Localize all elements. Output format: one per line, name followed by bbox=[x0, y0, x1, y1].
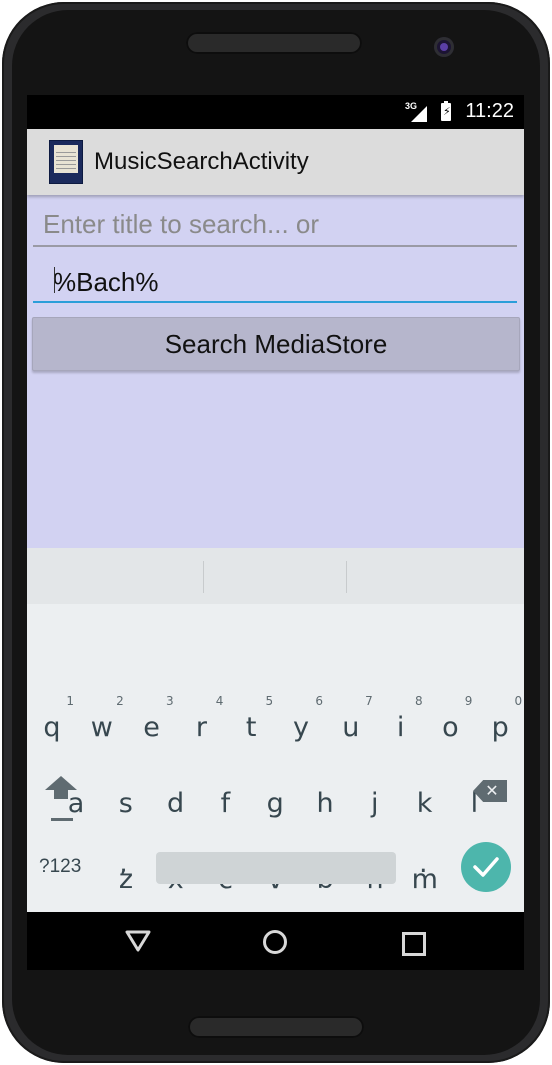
key-number-hint: 2 bbox=[116, 694, 124, 708]
shift-underline bbox=[51, 818, 73, 821]
soft-keyboard: q1w2e3r4t5y6u7i8o9p0 asdfghjkl zxcvbnm ✕… bbox=[27, 548, 524, 912]
key-number-hint: 1 bbox=[66, 694, 74, 708]
checkmark-icon bbox=[473, 857, 499, 877]
key-q[interactable]: q1 bbox=[28, 690, 76, 752]
key-number-hint: 4 bbox=[215, 694, 224, 708]
title-search-placeholder: Enter title to search... or bbox=[43, 209, 320, 239]
key-k[interactable]: k bbox=[401, 766, 449, 828]
key-number-hint: 6 bbox=[315, 694, 323, 708]
enter-key[interactable] bbox=[461, 842, 511, 892]
shift-icon[interactable] bbox=[43, 776, 79, 824]
key-label: u bbox=[342, 712, 360, 743]
key-label: q bbox=[43, 712, 61, 743]
key-p[interactable]: p0 bbox=[476, 690, 524, 752]
key-u[interactable]: u7 bbox=[327, 690, 375, 752]
key-w[interactable]: w2 bbox=[78, 690, 126, 752]
title-search-input[interactable]: Enter title to search... or bbox=[33, 207, 517, 247]
key-number-hint: 5 bbox=[265, 694, 274, 708]
key-o[interactable]: o9 bbox=[426, 690, 474, 752]
suggestion-strip[interactable] bbox=[27, 548, 524, 604]
key-label: d bbox=[167, 788, 185, 819]
key-g[interactable]: g bbox=[251, 766, 299, 828]
key-label: k bbox=[416, 788, 433, 819]
key-label: t bbox=[245, 712, 257, 743]
key-s[interactable]: s bbox=[102, 766, 150, 828]
signal-icon bbox=[411, 106, 427, 122]
key-number-hint: 0 bbox=[514, 694, 523, 708]
key-e[interactable]: e3 bbox=[128, 690, 176, 752]
recents-square-icon[interactable] bbox=[402, 932, 426, 956]
screen: 3G ⚡ 11:22 MusicSearchActivity Enter tit… bbox=[27, 95, 524, 970]
key-number-hint: 3 bbox=[165, 694, 174, 708]
navigation-bar bbox=[27, 912, 524, 970]
page-title: MusicSearchActivity bbox=[94, 148, 309, 175]
action-bar: MusicSearchActivity bbox=[27, 129, 524, 195]
battery-charging-icon: ⚡ bbox=[441, 101, 451, 121]
back-triangle-icon[interactable] bbox=[125, 929, 151, 953]
key-label: f bbox=[220, 788, 231, 819]
key-number-hint: 7 bbox=[365, 694, 373, 708]
key-r[interactable]: r4 bbox=[177, 690, 225, 752]
query-input-value: %Bach% bbox=[53, 267, 159, 297]
query-input[interactable]: %Bach% bbox=[33, 263, 517, 303]
bottom-speaker bbox=[188, 1016, 364, 1038]
album-cover-icon bbox=[49, 140, 83, 184]
search-mediastore-button[interactable]: Search MediaStore bbox=[32, 317, 520, 371]
key-label: h bbox=[316, 788, 334, 819]
status-time: 11:22 bbox=[465, 100, 514, 122]
key-label: w bbox=[90, 712, 113, 743]
space-bar[interactable] bbox=[156, 852, 396, 884]
suggestion-divider bbox=[346, 561, 347, 593]
key-label: j bbox=[371, 788, 379, 819]
status-bar: 3G ⚡ 11:22 bbox=[27, 95, 524, 129]
key-label: g bbox=[266, 788, 284, 819]
key-number-hint: 8 bbox=[414, 694, 423, 708]
key-i[interactable]: i8 bbox=[377, 690, 425, 752]
key-label: s bbox=[118, 788, 133, 819]
text-cursor bbox=[54, 267, 55, 293]
key-y[interactable]: y6 bbox=[277, 690, 325, 752]
front-camera bbox=[434, 37, 454, 57]
key-label: p bbox=[491, 712, 509, 743]
key-t[interactable]: t5 bbox=[227, 690, 275, 752]
symbols-key[interactable]: ?123 bbox=[39, 856, 81, 878]
key-label: e bbox=[143, 712, 160, 743]
key-label: o bbox=[442, 712, 459, 743]
suggestion-divider bbox=[203, 561, 204, 593]
key-number-hint: 9 bbox=[464, 694, 473, 708]
period-key[interactable]: . bbox=[419, 848, 428, 879]
key-label: i bbox=[396, 712, 405, 743]
key-j[interactable]: j bbox=[351, 766, 399, 828]
key-d[interactable]: d bbox=[152, 766, 200, 828]
top-speaker bbox=[186, 32, 362, 54]
home-circle-icon[interactable] bbox=[262, 929, 288, 955]
comma-key[interactable]: , bbox=[119, 848, 128, 879]
main-content: Enter title to search... or %Bach% Searc… bbox=[27, 195, 524, 548]
key-f[interactable]: f bbox=[201, 766, 249, 828]
key-h[interactable]: h bbox=[301, 766, 349, 828]
key-label: r bbox=[195, 712, 207, 743]
key-label: y bbox=[293, 712, 309, 743]
